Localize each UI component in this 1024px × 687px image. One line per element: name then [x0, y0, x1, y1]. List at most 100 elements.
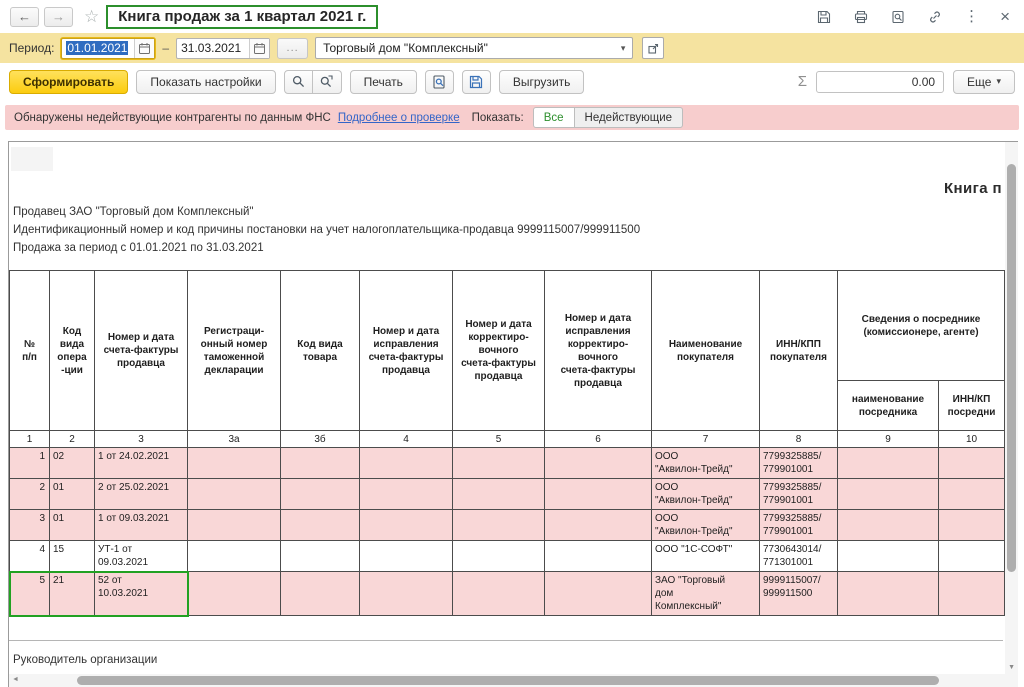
search-next-button[interactable] [313, 70, 342, 94]
cell-col4[interactable] [188, 572, 281, 616]
cell-col11[interactable] [838, 448, 939, 479]
organization-open-button[interactable] [642, 37, 664, 59]
show-settings-button[interactable]: Показать настройки [136, 70, 275, 94]
cell-col12[interactable] [939, 510, 1005, 541]
date-to-field[interactable]: 31.03.2021 [176, 38, 270, 59]
cell-col3[interactable]: 1 от 09.03.2021 [95, 510, 188, 541]
generate-button[interactable]: Сформировать [9, 70, 128, 94]
scroll-left-icon[interactable]: ◄ [12, 676, 19, 683]
cell-col3[interactable]: УТ-1 от 09.03.2021 [95, 541, 188, 572]
cell-col3[interactable]: 2 от 25.02.2021 [95, 479, 188, 510]
search-button[interactable] [284, 70, 313, 94]
sum-input[interactable] [816, 71, 944, 93]
cell-col9[interactable]: ООО "Аквилон-Трейд" [652, 510, 760, 541]
cell-col5[interactable] [281, 572, 360, 616]
col-header-num[interactable]: № п/п [10, 271, 50, 431]
cell-col1[interactable]: 1 [10, 448, 50, 479]
close-icon[interactable]: × [1000, 8, 1010, 25]
cell-col8[interactable] [545, 541, 652, 572]
filter-all-button[interactable]: Все [533, 107, 575, 128]
cell-col8[interactable] [545, 572, 652, 616]
save-result-button[interactable] [462, 70, 491, 94]
cell-col8[interactable] [545, 479, 652, 510]
link-icon[interactable] [927, 9, 943, 25]
organization-combo[interactable]: Торговый дом "Комплексный" ▾ [315, 37, 633, 59]
chevron-down-icon[interactable]: ▾ [614, 43, 632, 54]
cell-col7[interactable] [453, 448, 545, 479]
cell-col11[interactable] [838, 541, 939, 572]
col-header-agent-name[interactable]: наименование посредника [838, 381, 939, 431]
cell-col1[interactable]: 2 [10, 479, 50, 510]
horizontal-scrollbar-thumb[interactable] [77, 676, 939, 685]
sheet-corner[interactable] [11, 147, 53, 171]
cell-col10[interactable]: 7799325885/ 779901001 [760, 448, 838, 479]
cell-col2[interactable]: 02 [50, 448, 95, 479]
cell-col9[interactable]: ООО "Аквилон-Трейд" [652, 479, 760, 510]
cell-col5[interactable] [281, 510, 360, 541]
cell-col12[interactable] [939, 572, 1005, 616]
cell-col6[interactable] [360, 541, 453, 572]
forward-button[interactable]: → [44, 7, 73, 27]
cell-col4[interactable] [188, 448, 281, 479]
col-header-adjustment-correction[interactable]: Номер и дата исправления корректиро- воч… [545, 271, 652, 431]
col-number[interactable]: 3 [95, 431, 188, 448]
cell-col3[interactable]: 1 от 24.02.2021 [95, 448, 188, 479]
cell-col6[interactable] [360, 479, 453, 510]
scroll-down-icon[interactable]: ▼ [1008, 664, 1015, 671]
filter-inactive-button[interactable]: Недействующие [575, 107, 684, 128]
cell-col1[interactable]: 5 [10, 572, 50, 616]
cell-col9[interactable]: ООО "1С-СОФТ" [652, 541, 760, 572]
col-number[interactable]: 10 [939, 431, 1005, 448]
vertical-scrollbar-thumb[interactable] [1007, 164, 1016, 572]
cell-col2[interactable]: 15 [50, 541, 95, 572]
calendar-icon[interactable] [134, 39, 154, 58]
cell-col12[interactable] [939, 479, 1005, 510]
period-more-button[interactable]: ... [277, 38, 308, 59]
cell-col7[interactable] [453, 479, 545, 510]
calendar-icon[interactable] [249, 39, 269, 58]
col-header-buyer-inn[interactable]: ИНН/КПП покупателя [760, 271, 838, 431]
favorite-star-icon[interactable]: ☆ [84, 8, 99, 25]
cell-col2[interactable]: 21 [50, 572, 95, 616]
col-number[interactable]: 2 [50, 431, 95, 448]
warning-details-link[interactable]: Подробнее о проверке [338, 112, 460, 124]
cell-col11[interactable] [838, 479, 939, 510]
date-from-value[interactable]: 01.01.2021 [66, 41, 128, 55]
vertical-scrollbar[interactable]: ▼ [1005, 142, 1018, 687]
cell-col8[interactable] [545, 510, 652, 541]
more-menu-icon[interactable]: ⋮ [964, 9, 979, 24]
col-number[interactable]: 5 [453, 431, 545, 448]
export-button[interactable]: Выгрузить [499, 70, 585, 94]
col-number[interactable]: 3а [188, 431, 281, 448]
save-icon[interactable] [816, 9, 832, 25]
cell-col9[interactable]: ЗАО "Торговый дом Комплексный" [652, 572, 760, 616]
preview-icon[interactable] [890, 9, 906, 25]
cell-col8[interactable] [545, 448, 652, 479]
col-header-product-code[interactable]: Код вида товара [281, 271, 360, 431]
cell-col10[interactable]: 7799325885/ 779901001 [760, 479, 838, 510]
col-header-correction[interactable]: Номер и дата исправления счета-фактуры п… [360, 271, 453, 431]
cell-col6[interactable] [360, 510, 453, 541]
cell-col6[interactable] [360, 448, 453, 479]
cell-col5[interactable] [281, 448, 360, 479]
col-number[interactable]: 9 [838, 431, 939, 448]
cell-col1[interactable]: 3 [10, 510, 50, 541]
col-number[interactable]: 3б [281, 431, 360, 448]
cell-col12[interactable] [939, 541, 1005, 572]
cell-col7[interactable] [453, 572, 545, 616]
cell-col7[interactable] [453, 510, 545, 541]
col-number[interactable]: 1 [10, 431, 50, 448]
print-icon[interactable] [853, 9, 869, 25]
cell-col2[interactable]: 01 [50, 510, 95, 541]
col-header-customs-reg[interactable]: Регистраци- онный номер таможенной декла… [188, 271, 281, 431]
horizontal-scrollbar[interactable]: ◄ [9, 674, 1005, 687]
cell-col10[interactable]: 7799325885/ 779901001 [760, 510, 838, 541]
cell-col6[interactable] [360, 572, 453, 616]
cell-col9[interactable]: ООО "Аквилон-Трейд" [652, 448, 760, 479]
col-header-adjustment[interactable]: Номер и дата корректиро- вочного счета-ф… [453, 271, 545, 431]
col-number[interactable]: 8 [760, 431, 838, 448]
cell-col4[interactable] [188, 510, 281, 541]
cell-col11[interactable] [838, 510, 939, 541]
more-button[interactable]: Еще ▾ [953, 70, 1015, 94]
col-header-buyer-name[interactable]: Наименование покупателя [652, 271, 760, 431]
